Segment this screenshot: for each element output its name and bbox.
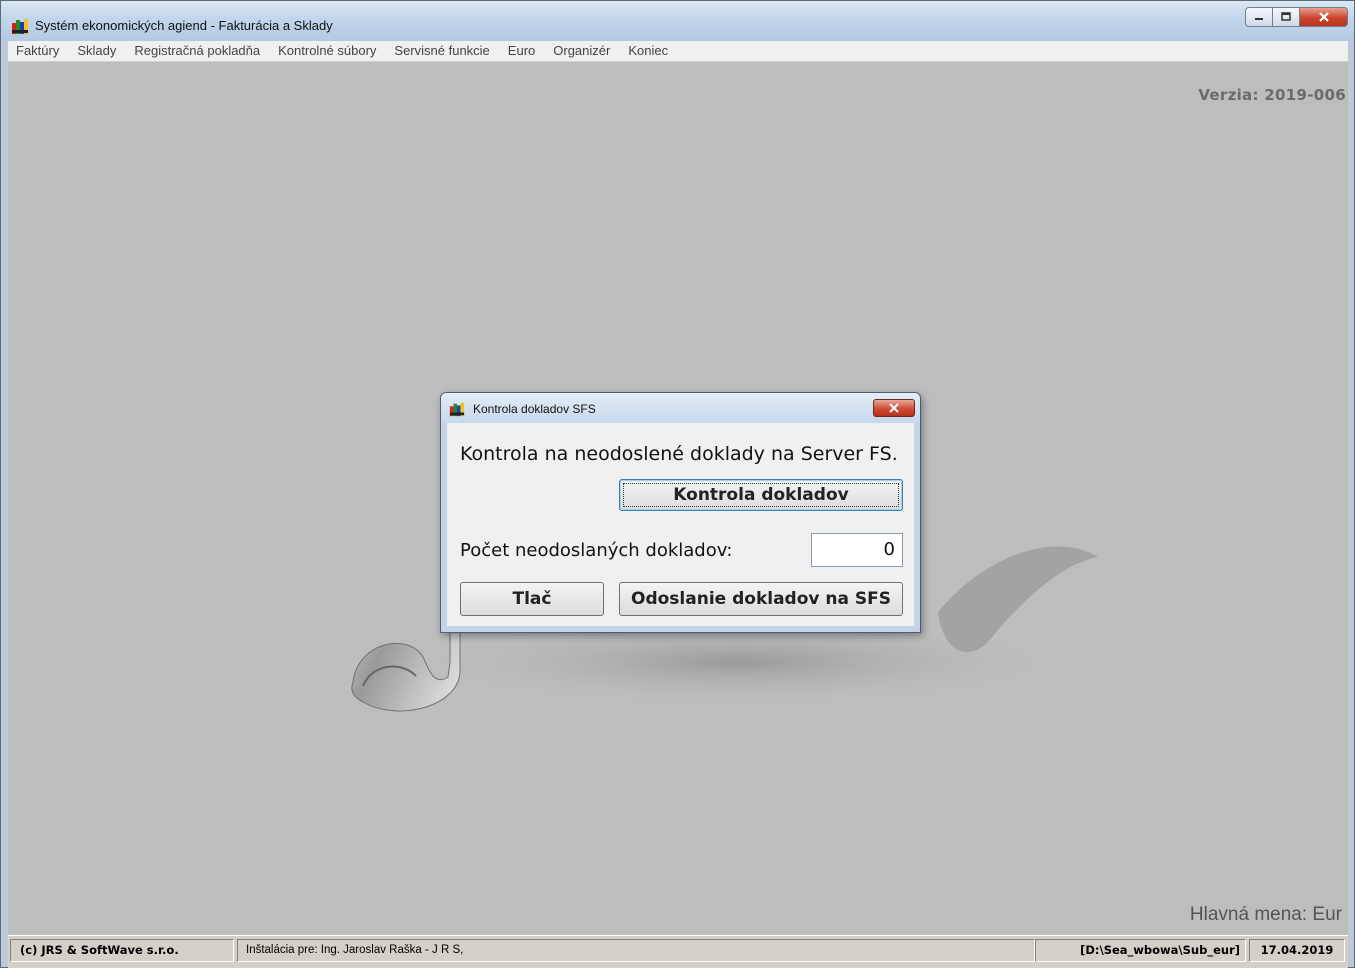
- send-documents-button[interactable]: Odoslanie dokladov na SFS: [619, 582, 903, 616]
- app-logo-icon: [12, 19, 28, 34]
- status-installation: Inštalácia pre: Ing. Jaroslav Raška - J …: [237, 939, 1035, 962]
- menu-sklady[interactable]: Sklady: [68, 41, 125, 61]
- version-label: Verzia: 2019-006: [1198, 86, 1346, 104]
- status-bar: (c) JRS & SoftWave s.r.o. Inštalácia pre…: [8, 935, 1348, 968]
- close-icon: [889, 403, 899, 413]
- menu-koniec[interactable]: Koniec: [619, 41, 677, 61]
- caption-buttons: [1245, 7, 1348, 29]
- dialog-heading: Kontrola na neodoslené doklady na Server…: [460, 443, 898, 465]
- focus-rectangle: [623, 483, 899, 507]
- main-currency-label: Hlavná mena: Eur: [1189, 904, 1342, 925]
- unsent-count-label: Počet neodoslaných dokladov:: [460, 540, 733, 561]
- menu-organizer[interactable]: Organizér: [544, 41, 619, 61]
- dialog-body: Kontrola na neodoslené doklady na Server…: [447, 423, 914, 626]
- menu-servisne-funkcie[interactable]: Servisné funkcie: [385, 41, 498, 61]
- menu-registracna-pokladna[interactable]: Registračná pokladňa: [125, 41, 269, 61]
- close-button[interactable]: [1300, 7, 1348, 27]
- maximize-icon: [1281, 12, 1291, 21]
- dialog-title-bar[interactable]: Kontrola dokladov SFS: [441, 393, 920, 423]
- minimize-button[interactable]: [1245, 7, 1273, 27]
- window-title: Systém ekonomických agiend - Fakturácia …: [35, 18, 333, 33]
- minimize-icon: [1255, 18, 1263, 20]
- status-path: [D:\Sea_wbowa\Sub_eur]: [1035, 939, 1246, 962]
- dialog-close-button[interactable]: [873, 399, 915, 417]
- menu-bar: Faktúry Sklady Registračná pokladňa Kont…: [8, 41, 1348, 62]
- kontrola-dialog: Kontrola dokladov SFS Kontrola na neodos…: [440, 392, 921, 633]
- status-date: 17.04.2019: [1249, 939, 1345, 962]
- menu-faktury[interactable]: Faktúry: [8, 41, 68, 61]
- close-icon: [1318, 12, 1329, 22]
- print-button[interactable]: Tlač: [460, 582, 604, 616]
- dialog-title: Kontrola dokladov SFS: [473, 402, 596, 416]
- unsent-count-field[interactable]: 0: [811, 533, 903, 567]
- maximize-button[interactable]: [1273, 7, 1300, 27]
- menu-euro[interactable]: Euro: [499, 41, 544, 61]
- title-bar[interactable]: Systém ekonomických agiend - Fakturácia …: [1, 1, 1354, 41]
- check-documents-button[interactable]: Kontrola dokladov: [619, 479, 903, 511]
- status-copyright: (c) JRS & SoftWave s.r.o.: [10, 939, 234, 962]
- app-logo-icon: [449, 402, 465, 417]
- menu-kontrolne-subory[interactable]: Kontrolné súbory: [269, 41, 385, 61]
